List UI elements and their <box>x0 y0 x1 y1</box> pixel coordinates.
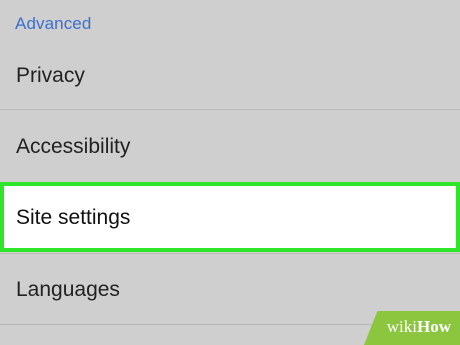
watermark-part-how: How <box>417 317 451 336</box>
settings-item-label: Privacy <box>16 64 85 87</box>
settings-item-accessibility[interactable]: Accessibility <box>0 110 460 182</box>
settings-item-label: Site settings <box>16 206 131 229</box>
settings-item-site-settings[interactable]: Site settings <box>0 182 460 252</box>
settings-item-label: Accessibility <box>16 135 131 158</box>
watermark-part-wiki: wiki <box>386 317 417 336</box>
settings-item-privacy[interactable]: Privacy <box>0 38 460 110</box>
wikihow-watermark-text: wikiHow <box>387 317 451 337</box>
settings-item-label: Languages <box>16 278 120 301</box>
section-header-advanced: Advanced <box>15 14 92 33</box>
